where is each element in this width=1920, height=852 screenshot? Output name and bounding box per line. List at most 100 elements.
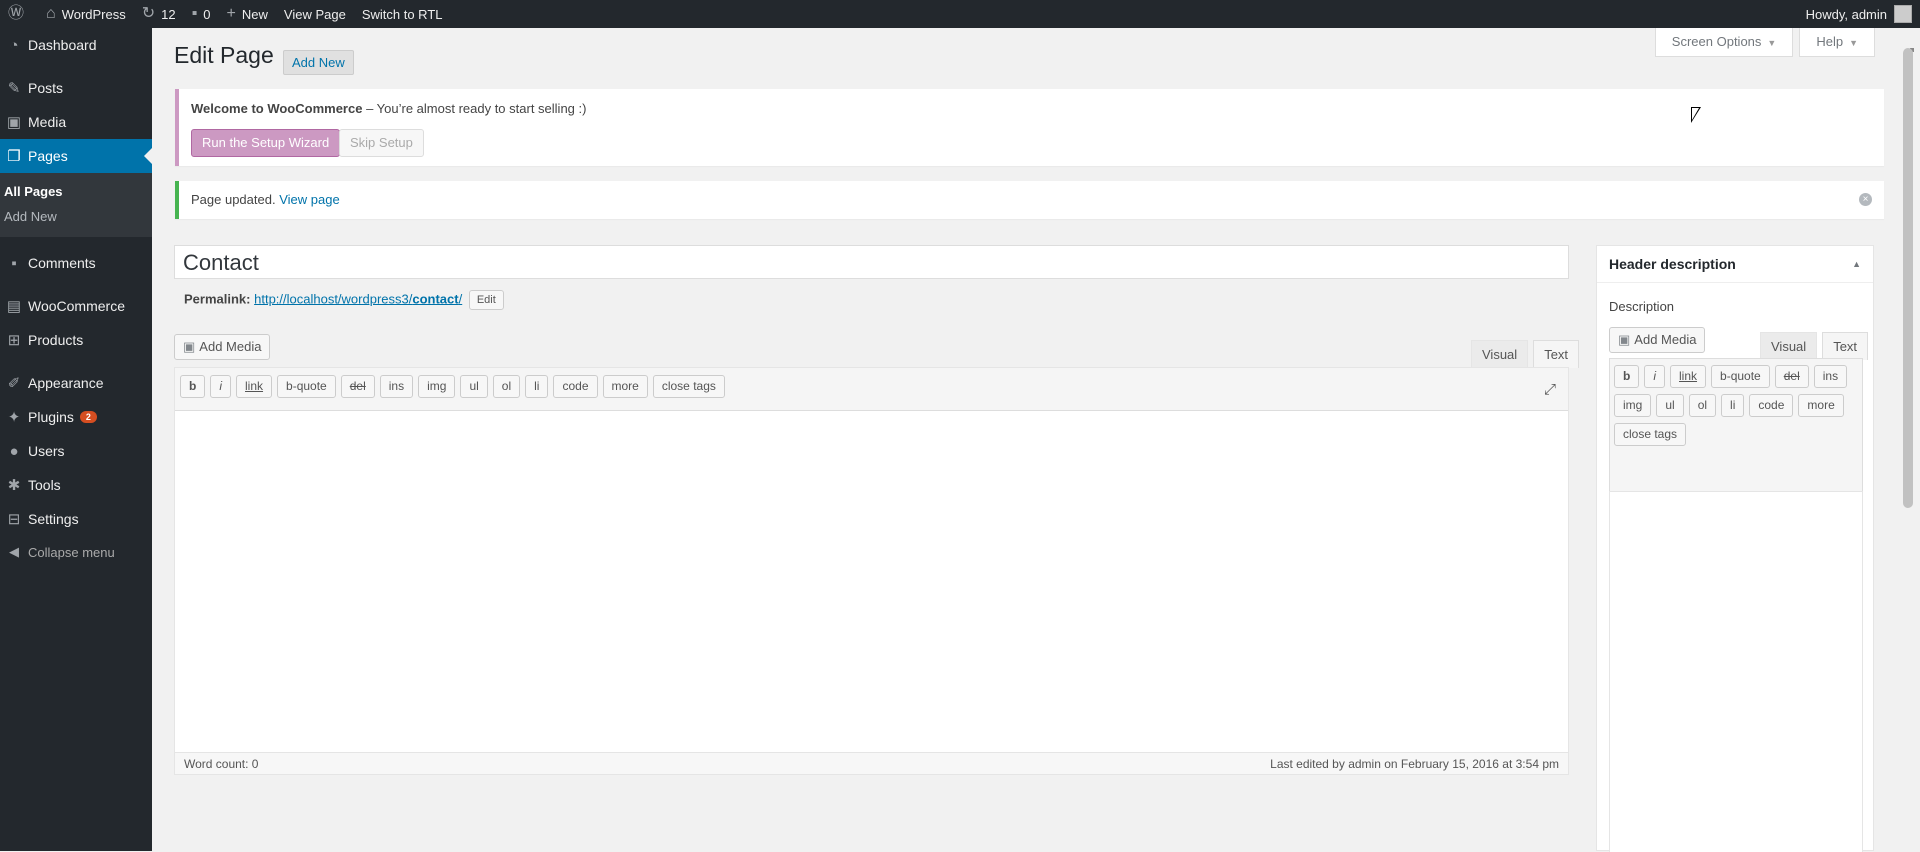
quicktag-close-tags-button[interactable]: close tags — [1614, 423, 1687, 446]
wrench-icon: ✱ — [7, 477, 21, 494]
cart-icon: ⊞ — [7, 332, 21, 349]
quicktag-more-button[interactable]: more — [602, 375, 648, 398]
menu-users[interactable]: ● Users — [0, 434, 152, 468]
comment-icon: ▪ — [11, 254, 17, 272]
quicktag-i-button[interactable]: i — [210, 375, 232, 398]
permalink-end: / — [458, 291, 463, 307]
page-updated-notice: Page updated. View page × — [175, 181, 1884, 219]
wp-logo[interactable]: Ⓦ — [0, 0, 38, 28]
tab-visual[interactable]: Visual — [1471, 340, 1529, 368]
quicktag-li-button[interactable]: li — [1721, 394, 1745, 417]
comments-link[interactable]: ▪ 0 — [184, 0, 219, 28]
menu-label: Plugins — [28, 409, 74, 425]
quicktag-ol-button[interactable]: ol — [492, 375, 521, 398]
permalink: Permalink: http://localhost/wordpress3/c… — [184, 290, 504, 310]
quicktag-del-button[interactable]: del — [340, 375, 375, 398]
view-page-link[interactable]: View page — [279, 192, 339, 207]
permalink-url[interactable]: http://localhost/wordpress3/contact/ — [254, 291, 462, 306]
quicktag-b-button[interactable]: b — [1614, 365, 1640, 388]
switch-rtl-link[interactable]: Switch to RTL — [354, 0, 451, 28]
media-icon: ▣ — [6, 114, 22, 131]
quicktag-link-button[interactable]: link — [1670, 365, 1707, 388]
screen-options-label: Screen Options — [1671, 34, 1762, 49]
quicktag-ol-button[interactable]: ol — [1688, 394, 1717, 417]
menu-settings[interactable]: ⊟ Settings — [0, 502, 152, 536]
page-scrollbar[interactable] — [1896, 28, 1920, 851]
submenu-add-new[interactable]: Add New — [0, 204, 152, 229]
menu-label: Posts — [28, 80, 64, 96]
media-icon: ▣ — [1618, 332, 1631, 347]
dismiss-icon[interactable]: × — [1859, 193, 1872, 206]
collapse-menu-button[interactable]: ◀ Collapse menu — [0, 536, 152, 568]
menu-tools[interactable]: ✱ Tools — [0, 468, 152, 502]
menu-woocommerce[interactable]: ▤ WooCommerce — [0, 289, 152, 323]
quicktag-b-quote-button[interactable]: b-quote — [277, 375, 336, 398]
new-content-link[interactable]: + New — [219, 0, 276, 28]
quicktag-code-button[interactable]: code — [553, 375, 598, 398]
add-media-button[interactable]: ▣ Add Media — [174, 334, 271, 360]
my-account-link[interactable]: Howdy, admin — [1798, 0, 1920, 28]
quicktag-code-button[interactable]: code — [1749, 394, 1794, 417]
quicktag-ul-button[interactable]: ul — [460, 375, 488, 398]
box-title: Header description — [1609, 256, 1736, 272]
quicktag-link-button[interactable]: link — [236, 375, 273, 398]
quicktag-del-button[interactable]: del — [1774, 365, 1809, 388]
woocommerce-setup-notice: Welcome to WooCommerce – You’re almost r… — [175, 89, 1884, 166]
site-name-link[interactable]: ⌂ WordPress — [38, 0, 134, 28]
edit-permalink-button[interactable]: Edit — [468, 290, 504, 310]
quicktag-i-button[interactable]: i — [1644, 365, 1666, 388]
menu-pages[interactable]: ❐ Pages — [0, 139, 152, 173]
quicktag-b-button[interactable]: b — [180, 375, 206, 398]
quicktag-ul-button[interactable]: ul — [1656, 394, 1684, 417]
plugins-update-badge: 2 — [79, 411, 97, 423]
skip-setup-button[interactable]: Skip Setup — [339, 129, 424, 157]
site-name-label: WordPress — [61, 6, 126, 22]
menu-label: Pages — [28, 148, 68, 164]
run-setup-wizard-button[interactable]: Run the Setup Wizard — [191, 129, 341, 157]
fullscreen-icon[interactable]: ⤢ — [1544, 381, 1556, 398]
menu-posts[interactable]: ✎ Posts — [0, 71, 152, 105]
collapse-toggle-icon[interactable]: ▲ — [1852, 259, 1861, 269]
sidebox-add-media-button[interactable]: ▣ Add Media — [1609, 327, 1706, 353]
menu-media[interactable]: ▣ Media — [0, 105, 152, 139]
updates-count: 12 — [161, 6, 176, 22]
tab-text[interactable]: Text — [1533, 340, 1580, 368]
menu-appearance[interactable]: ✐ Appearance — [0, 366, 152, 400]
sidebox-tab-visual[interactable]: Visual — [1760, 332, 1818, 360]
sidebox-quicktags-buttons: b i link b-quote del ins img ul ol li code more clos… — [1614, 365, 1858, 446]
sidebox-tab-text[interactable]: Text — [1822, 332, 1869, 360]
menu-comments[interactable]: ▪ Comments — [0, 246, 152, 280]
menu-products[interactable]: ⊞ Products — [0, 323, 152, 357]
quicktag-img-button[interactable]: img — [1614, 394, 1652, 417]
help-button[interactable]: Help ▼ — [1799, 28, 1875, 57]
quicktag-li-button[interactable]: li — [525, 375, 549, 398]
post-title-input[interactable]: Contact — [174, 245, 1569, 279]
scrollbar-thumb[interactable] — [1903, 48, 1913, 508]
howdy-label: Howdy, admin — [1805, 6, 1887, 22]
word-count: Word count: 0 — [184, 757, 259, 771]
menu-label: Appearance — [28, 375, 104, 391]
view-page-link[interactable]: View Page — [276, 0, 354, 28]
add-new-page-button[interactable]: Add New — [283, 50, 354, 75]
pin-icon: ✎ — [7, 80, 21, 97]
header-description-header[interactable]: Header description ▲ — [1597, 246, 1873, 283]
menu-plugins[interactable]: ✦ Plugins 2 — [0, 400, 152, 434]
description-textarea[interactable] — [1609, 491, 1863, 852]
menu-dashboard[interactable]: ◔ Dashboard — [0, 28, 152, 62]
quicktag-more-button[interactable]: more — [1798, 394, 1844, 417]
screen-options-button[interactable]: Screen Options ▼ — [1654, 28, 1794, 57]
quicktag-b-quote-button[interactable]: b-quote — [1711, 365, 1770, 388]
menu-label: Dashboard — [28, 37, 97, 53]
content-editor[interactable]: b i link b-quote del ins img ul ol li code more clos… — [174, 367, 1569, 759]
permalink-base: http://localhost/wordpress3/ — [254, 291, 413, 307]
updated-notice-text: Page updated. View page — [191, 192, 340, 207]
updates-link[interactable]: ↻ 12 — [134, 0, 184, 28]
sidebox-editor-tabs: Visual Text — [1760, 332, 1869, 360]
quicktag-close-tags-button[interactable]: close tags — [652, 375, 725, 398]
submenu-all-pages[interactable]: All Pages — [0, 179, 152, 204]
quicktag-ins-button[interactable]: ins — [1813, 365, 1848, 388]
header-description-box: Header description ▲ Description ▣ Add Med… — [1596, 245, 1874, 852]
quicktag-img-button[interactable]: img — [418, 375, 456, 398]
woocommerce-icon: ▤ — [6, 298, 22, 315]
quicktag-ins-button[interactable]: ins — [379, 375, 414, 398]
